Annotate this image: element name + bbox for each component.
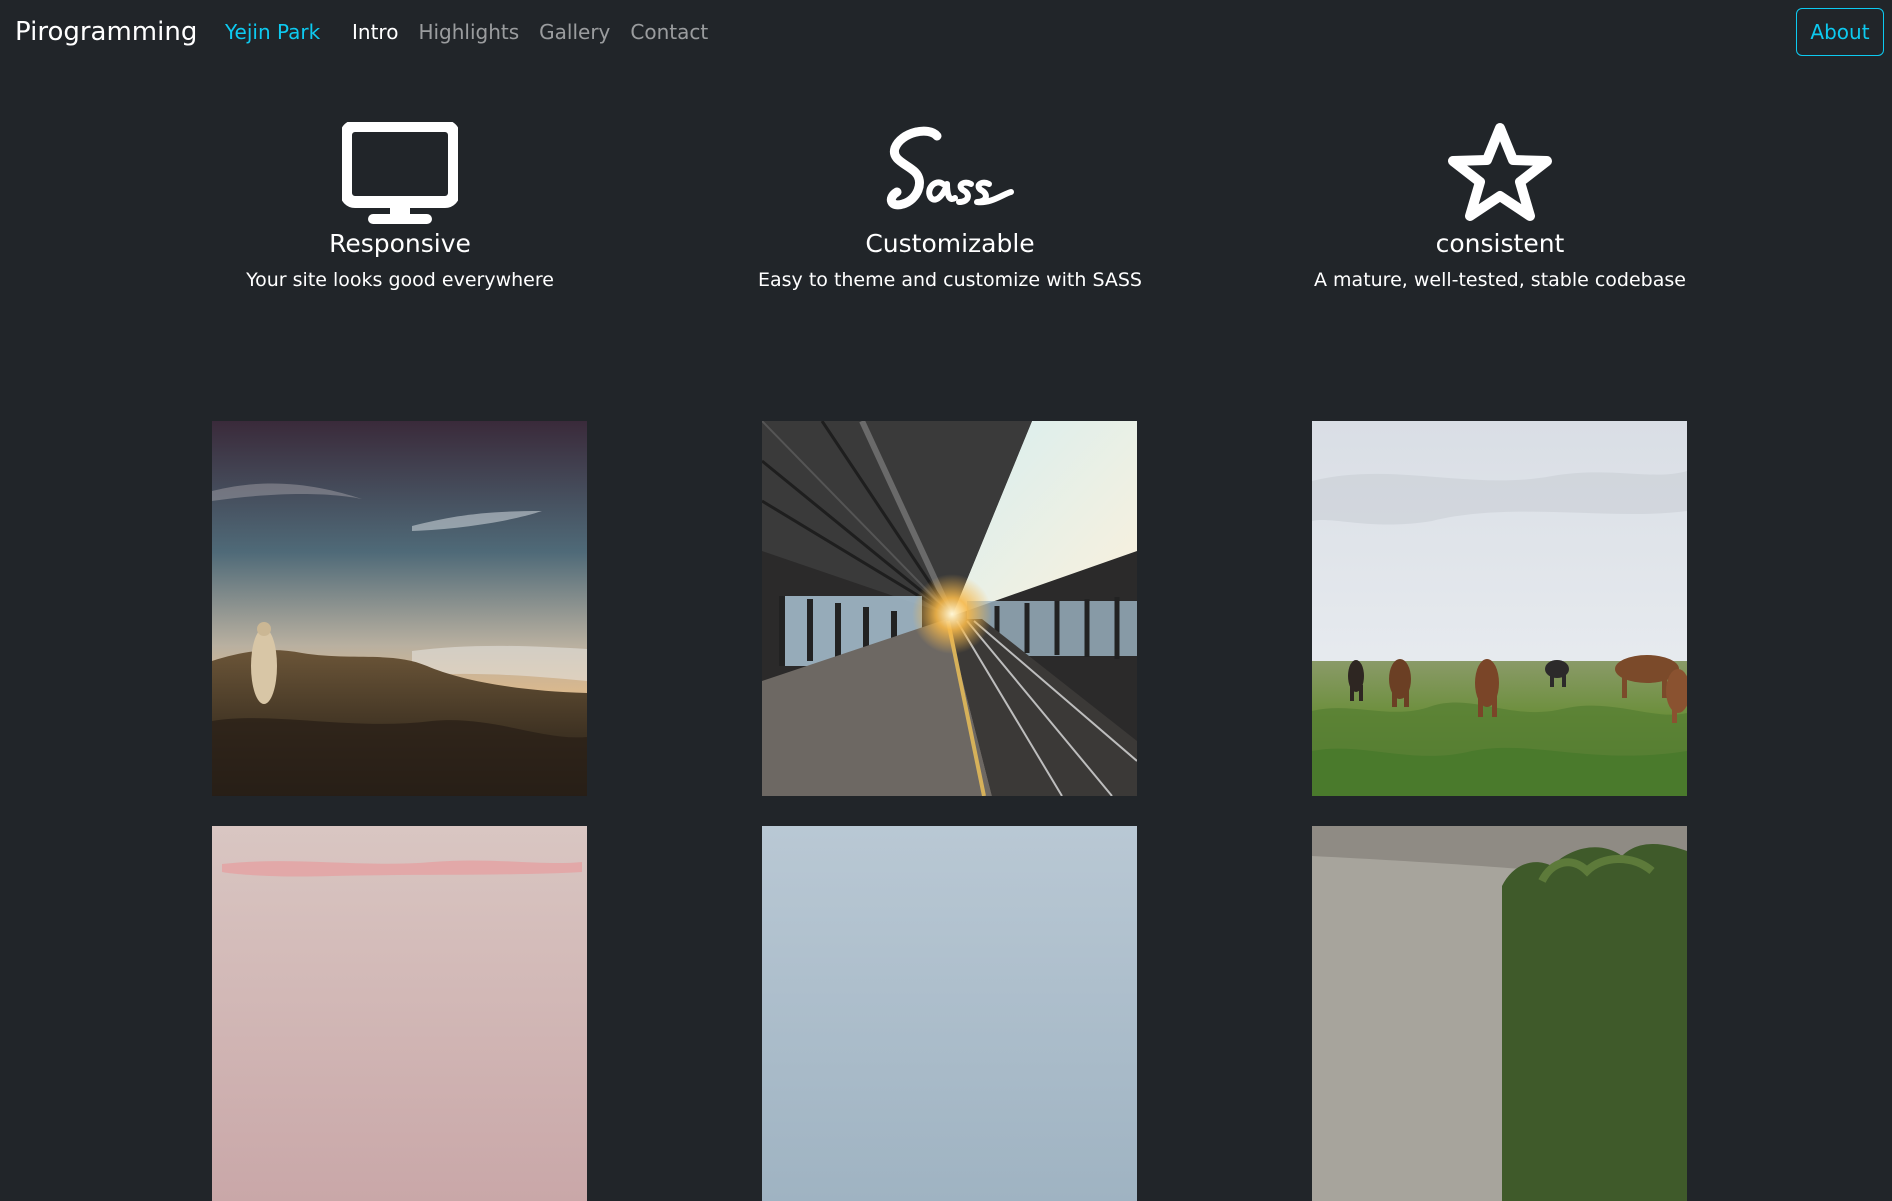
navbar: Pirogramming Yejin Park Intro Highlights… xyxy=(0,0,1892,66)
sass-logo-icon xyxy=(700,110,1200,226)
brand-logo-text[interactable]: Pirogramming xyxy=(15,15,197,49)
nav-links: Intro Highlights Gallery Contact xyxy=(352,18,718,46)
gallery-image-pink-sky[interactable] xyxy=(212,826,587,1201)
nav-item: Contact xyxy=(620,18,718,46)
nav-link-intro[interactable]: Intro xyxy=(352,18,408,46)
feature-responsive: Responsive Your site looks good everywhe… xyxy=(150,110,650,294)
gallery-image-trees[interactable] xyxy=(1312,826,1687,1201)
gallery-image-mountain[interactable] xyxy=(212,421,587,796)
gallery-image-horses[interactable] xyxy=(1312,421,1687,796)
nav-item: Gallery xyxy=(529,18,620,46)
star-icon xyxy=(1250,110,1750,226)
feature-title: Responsive xyxy=(329,229,471,258)
monitor-icon xyxy=(150,110,650,226)
gallery-image-train-platform[interactable] xyxy=(762,421,1137,796)
nav-link-highlights[interactable]: Highlights xyxy=(408,18,529,46)
feature-title: Customizable xyxy=(865,229,1035,258)
nav-item: Intro xyxy=(352,18,408,46)
nav-item: Highlights xyxy=(408,18,529,46)
feature-description: Your site looks good everywhere xyxy=(246,269,554,291)
author-link[interactable]: Yejin Park xyxy=(225,18,320,46)
nav-link-gallery[interactable]: Gallery xyxy=(529,18,620,46)
feature-customizable: Customizable Easy to theme and customize… xyxy=(700,110,1200,294)
about-button[interactable]: About xyxy=(1796,8,1884,56)
feature-consistent: consistent A mature, well-tested, stable… xyxy=(1250,110,1750,294)
feature-title: consistent xyxy=(1435,229,1565,258)
feature-description: A mature, well-tested, stable codebase xyxy=(1314,269,1686,291)
gallery-image-blue-sky[interactable] xyxy=(762,826,1137,1201)
feature-description: Easy to theme and customize with SASS xyxy=(758,269,1142,291)
nav-link-contact[interactable]: Contact xyxy=(620,18,718,46)
